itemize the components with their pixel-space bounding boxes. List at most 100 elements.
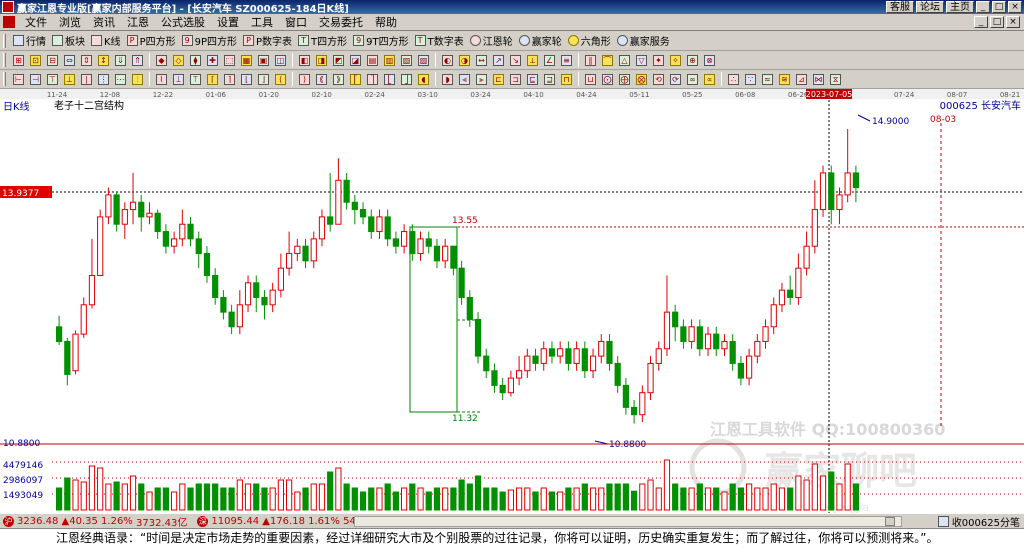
drawing-tool-button[interactable]: ▦ — [238, 52, 255, 68]
drawing-tool-button[interactable]: ⊣ — [27, 71, 44, 87]
hexagon-button[interactable]: 六角形 — [565, 33, 614, 49]
9p-square-button[interactable]: 9 9P四方形 — [179, 33, 240, 49]
toolbar-grip[interactable] — [3, 53, 6, 67]
shenzhen-index-icon[interactable]: 深 — [197, 515, 209, 527]
drawing-tool-button[interactable]: ⎦ — [398, 71, 415, 87]
drawing-tool-button[interactable]: ⫶ — [129, 71, 146, 87]
toolbar-grip[interactable] — [3, 72, 6, 86]
drawing-tool-button[interactable]: ∞ — [684, 71, 701, 87]
drawing-tool-button[interactable]: ⨂ — [633, 71, 650, 87]
toolbar-grip[interactable] — [3, 33, 6, 48]
drawing-tool-button[interactable]: ◧ — [296, 52, 313, 68]
drawing-tool-button[interactable]: ⋈ — [810, 71, 827, 87]
drawing-tool-button[interactable]: ⟘ — [170, 71, 187, 87]
drawing-tool-button[interactable]: ⊗ — [701, 52, 718, 68]
drawing-tool-button[interactable]: ⊔ — [582, 71, 599, 87]
drawing-tool-button[interactable]: ⇕ — [78, 52, 95, 68]
gann-wheel-button[interactable]: 江恩轮 — [467, 33, 516, 49]
menu-tools[interactable]: 工具 — [245, 14, 279, 30]
drawing-tool-button[interactable]: ∴ — [725, 71, 742, 87]
menu-file[interactable]: 文件 — [19, 14, 53, 30]
winner-wheel-button[interactable]: 赢家轮 — [516, 33, 565, 49]
drawing-tool-button[interactable]: ≡ — [558, 52, 575, 68]
drawing-tool-button[interactable]: ⫸ — [473, 71, 490, 87]
drawing-tool-button[interactable]: ▥ — [381, 52, 398, 68]
drawing-tool-button[interactable]: ⟨ — [272, 71, 289, 87]
mdi-restore-button[interactable]: □ — [990, 16, 1004, 28]
drawing-tool-button[interactable]: ⊟ — [44, 52, 61, 68]
menu-formula[interactable]: 公式选股 — [155, 14, 211, 30]
drawing-tool-button[interactable]: ≈ — [759, 71, 776, 87]
drawing-tool-button[interactable]: ⊢ — [10, 71, 27, 87]
drawing-tool-button[interactable]: ⇓ — [112, 52, 129, 68]
drawing-tool-button[interactable]: ✦ — [650, 52, 667, 68]
drawing-tool-button[interactable]: ⊕ — [684, 52, 701, 68]
drawing-tool-button[interactable]: ⟲ — [650, 71, 667, 87]
drawing-tool-button[interactable]: ▧ — [398, 52, 415, 68]
gann-box[interactable] — [409, 226, 458, 413]
tick-data-label[interactable]: 收000625分笔 — [952, 514, 1020, 529]
menu-browse[interactable]: 浏览 — [53, 14, 87, 30]
drawing-tool-button[interactable]: ⊏ — [490, 71, 507, 87]
drawing-tool-button[interactable]: ⊡ — [27, 52, 44, 68]
drawing-tool-button[interactable]: ⊐ — [507, 71, 524, 87]
drawing-tool-button[interactable]: ⟫ — [330, 71, 347, 87]
drawing-tool-button[interactable]: ⎣ — [381, 71, 398, 87]
drawing-tool-button[interactable]: ⧖ — [827, 71, 844, 87]
tick-data-icon[interactable] — [937, 515, 949, 527]
drawing-tool-button[interactable]: ⨁ — [616, 71, 633, 87]
9t-square-button[interactable]: 9 9T四方形 — [350, 33, 411, 49]
drawing-tool-button[interactable]: ↕ — [95, 52, 112, 68]
drawing-tool-button[interactable]: ▽ — [633, 52, 650, 68]
drawing-tool-button[interactable]: ▣ — [255, 52, 272, 68]
drawing-tool-button[interactable]: ⫷ — [456, 71, 473, 87]
drawing-tool-button[interactable]: ↔ — [473, 52, 490, 68]
kline-chart[interactable]: 11-24 12-08 12-22 01-06 01-20 02-10 02-24 03-10… — [0, 89, 1024, 514]
drawing-tool-button[interactable]: ◆ — [153, 52, 170, 68]
drawing-tool-button[interactable]: ⊓ — [558, 71, 575, 87]
drawing-tool-button[interactable]: ◫ — [272, 52, 289, 68]
drawing-tool-button[interactable]: ✧ — [667, 52, 684, 68]
drawing-tool-button[interactable]: ⊑ — [524, 71, 541, 87]
scrollbar-thumb[interactable] — [885, 517, 895, 526]
drawing-tool-button[interactable]: ⟩ — [296, 71, 313, 87]
drawing-tool-button[interactable]: ◩ — [330, 52, 347, 68]
p-square-button[interactable]: P P四方形 — [124, 33, 179, 49]
drawing-tool-button[interactable]: ◪ — [347, 52, 364, 68]
drawing-tool-button[interactable]: ◇ — [170, 52, 187, 68]
drawing-tool-button[interactable]: ◖ — [415, 71, 432, 87]
forum-link[interactable]: 论坛 — [916, 1, 944, 13]
mdi-minimize-button[interactable]: _ — [974, 16, 988, 28]
shanghai-index-icon[interactable]: 沪 — [3, 515, 14, 527]
drawing-tool-button[interactable]: ⊞ — [10, 52, 27, 68]
drawing-tool-button[interactable]: ⌈ — [204, 71, 221, 87]
kline-button[interactable]: K线 — [88, 33, 124, 49]
menu-info[interactable]: 资讯 — [87, 14, 121, 30]
drawing-tool-button[interactable]: ↗ — [490, 52, 507, 68]
service-button[interactable]: 赢家服务 — [614, 33, 673, 49]
drawing-tool-button[interactable]: ⌋ — [255, 71, 272, 87]
drawing-tool-button[interactable]: ↘ — [507, 52, 524, 68]
drawing-tool-button[interactable]: ∠ — [541, 52, 558, 68]
drawing-tool-button[interactable]: ⨀ — [599, 71, 616, 87]
drawing-tool-button[interactable]: ⌒ — [599, 52, 616, 68]
drawing-tool-button[interactable]: ⎡ — [347, 71, 364, 87]
menu-window[interactable]: 窗口 — [279, 14, 313, 30]
kline-chart-svg[interactable]: 11-24 12-08 12-22 01-06 01-20 02-10 02-24 03-10… — [0, 89, 1024, 514]
drawing-tool-button[interactable]: ∥ — [582, 52, 599, 68]
drawing-tool-button[interactable]: ∝ — [701, 71, 718, 87]
drawing-tool-button[interactable]: ⌇ — [153, 71, 170, 87]
menu-help[interactable]: 帮助 — [369, 14, 403, 30]
t-table-button[interactable]: T T数字表 — [412, 33, 467, 49]
drawing-tool-button[interactable]: ⎤ — [364, 71, 381, 87]
sector-button[interactable]: 板块 — [49, 33, 88, 49]
drawing-tool-button[interactable]: ⟪ — [313, 71, 330, 87]
drawing-tool-button[interactable]: ⇑ — [129, 52, 146, 68]
drawing-tool-button[interactable]: ◑ — [456, 52, 473, 68]
drawing-tool-button[interactable]: ⊤ — [44, 71, 61, 87]
drawing-tool-button[interactable]: ◨ — [313, 52, 330, 68]
drawing-tool-button[interactable]: ⟙ — [187, 71, 204, 87]
quote-button[interactable]: 行情 — [10, 33, 49, 49]
drawing-tool-button[interactable]: ⋯ — [112, 71, 129, 87]
drawing-tool-button[interactable]: ⊿ — [793, 71, 810, 87]
